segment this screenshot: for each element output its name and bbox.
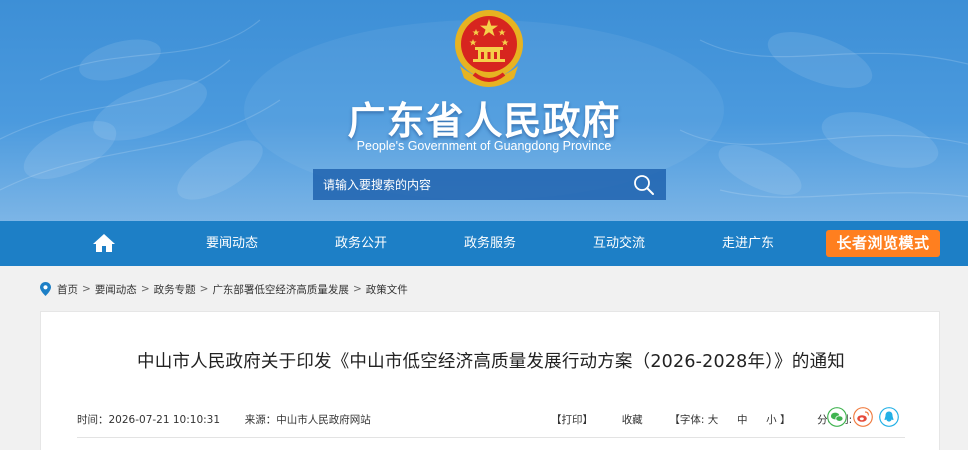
wechat-icon[interactable] (827, 407, 847, 427)
font-size-label: 【字体: (669, 414, 705, 426)
divider (77, 437, 905, 438)
font-size-close: 】 (779, 414, 791, 426)
home-icon[interactable] (92, 233, 116, 253)
breadcrumb-separator: > (199, 283, 209, 295)
article-card: 中山市人民政府关于印发《中山市低空经济高质量发展行动方案（2026-2028年）… (40, 311, 940, 450)
main-nav: 要闻动态 政务公开 政务服务 互动交流 走进广东 (0, 221, 968, 266)
article-source: 中山市人民政府网站 (276, 414, 371, 426)
site-header: 广东省人民政府 People's Government of Guangdong… (0, 0, 968, 221)
favorite-button[interactable]: 收藏 (622, 414, 643, 426)
breadcrumb-home[interactable]: 首页 (57, 282, 78, 297)
article-tools: 【打印】 收藏 【字体: 大 中 小 】 分享到: (551, 412, 852, 427)
breadcrumb-news[interactable]: 要闻动态 (95, 282, 137, 297)
elder-mode-button[interactable]: 长者浏览模式 (826, 230, 940, 257)
font-size-large[interactable]: 大 (708, 414, 719, 426)
weibo-icon[interactable] (853, 407, 873, 427)
site-title: 广东省人民政府 (347, 99, 621, 143)
breadcrumb-low-altitude-economy[interactable]: 广东部署低空经济高质量发展 (212, 282, 349, 297)
national-emblem-icon (455, 10, 523, 87)
print-button[interactable]: 【打印】 (551, 414, 593, 426)
breadcrumb-policy-docs[interactable]: 政策文件 (366, 282, 408, 297)
qq-icon[interactable] (879, 407, 899, 427)
font-size-medium[interactable]: 中 (737, 414, 748, 426)
time-label: 时间： (77, 414, 109, 426)
breadcrumb-separator: > (82, 283, 91, 295)
breadcrumb-topics[interactable]: 政务专题 (154, 282, 196, 297)
breadcrumb-separator: > (352, 283, 362, 295)
site-subtitle: People's Government of Guangdong Provinc… (356, 139, 612, 153)
nav-item-about-guangdong[interactable]: 走进广东 (722, 221, 774, 266)
font-size-small[interactable]: 小 (766, 414, 777, 426)
search-input[interactable] (313, 169, 623, 200)
share-icons (827, 407, 899, 427)
source-label: 来源： (244, 414, 277, 426)
nav-item-news[interactable]: 要闻动态 (206, 221, 258, 266)
article-meta: 时间：2026-07-21 10:10:31 来源：中山市人民政府网站 (77, 412, 371, 427)
nav-item-gov-services[interactable]: 政务服务 (464, 221, 516, 266)
search-box (313, 169, 666, 200)
publish-time: 2026-07-21 10:10:31 (108, 414, 221, 426)
nav-item-interaction[interactable]: 互动交流 (593, 221, 645, 266)
article-title: 中山市人民政府关于印发《中山市低空经济高质量发展行动方案（2026-2028年）… (137, 352, 845, 372)
search-icon[interactable] (633, 174, 655, 196)
nav-item-gov-affairs-open[interactable]: 政务公开 (335, 221, 387, 266)
location-pin-icon (40, 282, 51, 296)
breadcrumb-separator: > (140, 283, 150, 295)
breadcrumb: 首页 > 要闻动态 > 政务专题 > 广东部署低空经济高质量发展 > 政策文件 (40, 281, 408, 297)
